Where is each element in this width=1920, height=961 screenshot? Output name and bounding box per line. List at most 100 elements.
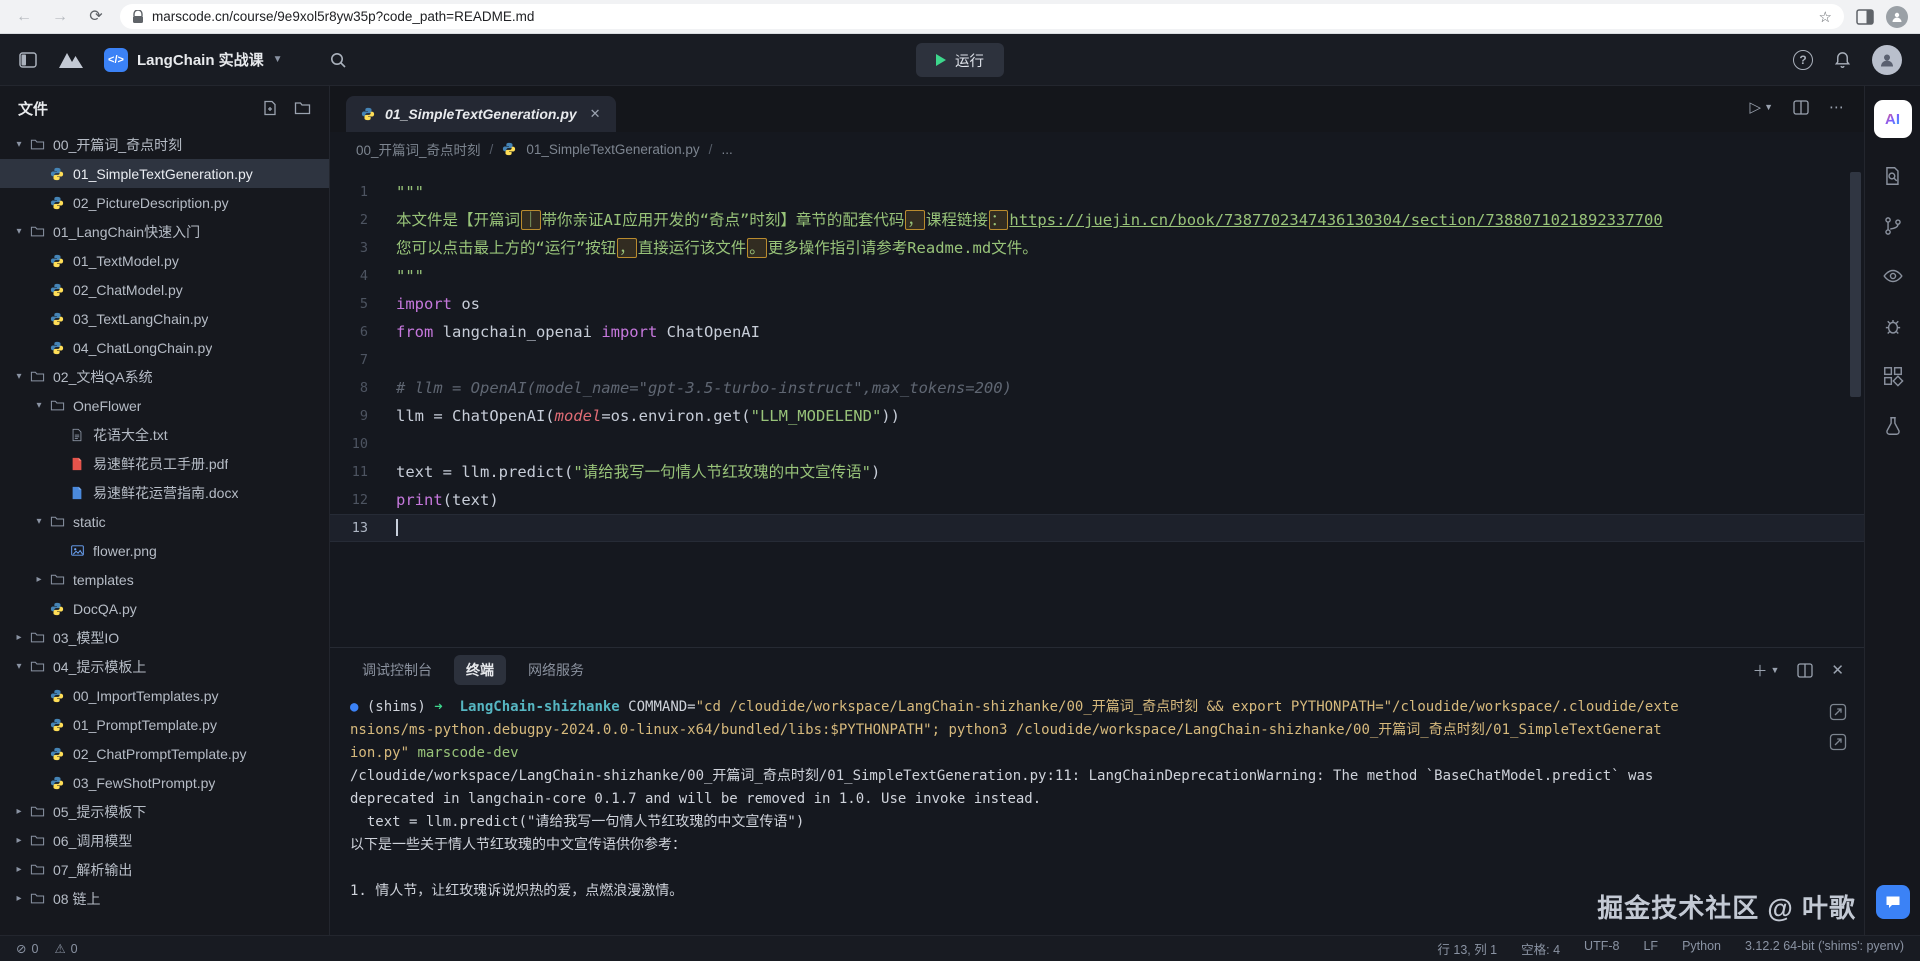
code-line[interactable]: 2本文件是【开篇词｜带你亲证AI应用开发的“奇点”时刻】章节的配套代码，课程链接… — [330, 206, 1864, 234]
run-button[interactable]: 运行 — [916, 43, 1004, 77]
tree-file[interactable]: 花语大全.txt — [0, 420, 329, 449]
tree-item-label: 易速鲜花运营指南.docx — [93, 483, 238, 503]
code-line[interactable]: 6from langchain_openai import ChatOpenAI — [330, 318, 1864, 346]
preview-eye-icon[interactable] — [1881, 264, 1905, 288]
breadcrumb-folder[interactable]: 00_开篇词_奇点时刻 — [356, 139, 481, 159]
tree-file[interactable]: 02_ChatModel.py — [0, 275, 329, 304]
tree-file[interactable]: 01_SimpleTextGeneration.py — [0, 159, 329, 188]
close-panel-icon[interactable]: ✕ — [1831, 661, 1844, 679]
course-switcher[interactable]: </> LangChain 实战课 ▼ — [104, 48, 283, 72]
user-avatar[interactable] — [1872, 45, 1902, 75]
eol-sequence[interactable]: LF — [1643, 939, 1658, 958]
file-tree: ▾00_开篇词_奇点时刻01_SimpleTextGeneration.py02… — [0, 130, 329, 935]
breadcrumb-more[interactable]: ... — [721, 142, 732, 157]
tree-file[interactable]: 02_PictureDescription.py — [0, 188, 329, 217]
new-folder-icon[interactable] — [294, 100, 311, 116]
run-file-button[interactable]: ▷▼ — [1750, 98, 1773, 116]
code-line[interactable]: 8# llm = OpenAI(model_name="gpt-3.5-turb… — [330, 374, 1864, 402]
tree-folder[interactable]: ▸03_模型IO — [0, 623, 329, 652]
code-line[interactable]: 4""" — [330, 262, 1864, 290]
code-line[interactable]: 3您可以点击最上方的“运行”按钮，直接运行该文件。更多操作指引请参考Readme… — [330, 234, 1864, 262]
new-terminal-button[interactable]: ＋▼ — [1752, 660, 1779, 681]
line-number: 9 — [330, 402, 396, 430]
open-terminal-editor-icon[interactable] — [1828, 702, 1848, 722]
tab-network-service[interactable]: 网络服务 — [516, 655, 596, 685]
help-icon[interactable]: ? — [1793, 50, 1813, 70]
code-line[interactable]: 1""" — [330, 178, 1864, 206]
tree-item-label: 02_ChatModel.py — [73, 282, 183, 298]
tree-folder[interactable]: ▾02_文档QA系统 — [0, 362, 329, 391]
ai-assistant-button[interactable]: AI — [1874, 100, 1912, 138]
tab-debug-console[interactable]: 调试控制台 — [350, 655, 444, 685]
split-editor-icon[interactable] — [1793, 100, 1809, 115]
tree-file[interactable]: flower.png — [0, 536, 329, 565]
tree-folder[interactable]: ▾01_LangChain快速入门 — [0, 217, 329, 246]
code-line[interactable]: 9llm = ChatOpenAI(model=os.environ.get("… — [330, 402, 1864, 430]
code-line[interactable]: 13 — [330, 514, 1864, 542]
tree-folder[interactable]: ▾static — [0, 507, 329, 536]
tree-file[interactable]: 易速鲜花员工手册.pdf — [0, 449, 329, 478]
cursor-position[interactable]: 行 13, 列 1 — [1437, 939, 1497, 958]
marscode-logo[interactable] — [58, 50, 84, 70]
problems-errors[interactable]: ⊘ 0 — [16, 941, 38, 956]
search-icon[interactable] — [329, 51, 347, 69]
browser-back-icon[interactable]: ← — [12, 0, 36, 34]
code-line[interactable]: 10 — [330, 430, 1864, 458]
tree-folder[interactable]: ▸05_提示模板下 — [0, 797, 329, 826]
tree-file[interactable]: 03_FewShotPrompt.py — [0, 768, 329, 797]
encoding[interactable]: UTF-8 — [1584, 939, 1619, 958]
editor-scrollbar[interactable] — [1850, 172, 1861, 397]
code-line[interactable]: 12print(text) — [330, 486, 1864, 514]
feedback-chat-button[interactable] — [1876, 885, 1910, 919]
source-control-icon[interactable] — [1881, 214, 1905, 238]
editor-tab[interactable]: 01_SimpleTextGeneration.py ✕ — [346, 96, 616, 132]
warning-icon: ⚠ — [54, 941, 65, 956]
split-panel-icon[interactable] — [1797, 663, 1813, 678]
extensions-icon[interactable] — [1881, 364, 1905, 388]
notifications-bell-icon[interactable] — [1833, 50, 1852, 70]
debug-icon[interactable] — [1881, 314, 1905, 338]
browser-profile-icon[interactable] — [1886, 6, 1908, 28]
code-line[interactable]: 5import os — [330, 290, 1864, 318]
file-search-icon[interactable] — [1881, 164, 1905, 188]
browser-panel-icon[interactable] — [1856, 9, 1874, 25]
code-line[interactable]: 11text = llm.predict("请给我写一句情人节红玫瑰的中文宣传语… — [330, 458, 1864, 486]
tree-folder[interactable]: ▸templates — [0, 565, 329, 594]
tree-file[interactable]: 01_PromptTemplate.py — [0, 710, 329, 739]
tree-folder[interactable]: ▾04_提示模板上 — [0, 652, 329, 681]
tree-folder[interactable]: ▾OneFlower — [0, 391, 329, 420]
tree-folder[interactable]: ▸07_解析输出 — [0, 855, 329, 884]
language-mode[interactable]: Python — [1682, 939, 1721, 958]
tree-folder[interactable]: ▸08 链上 — [0, 884, 329, 913]
tree-folder[interactable]: ▾00_开篇词_奇点时刻 — [0, 130, 329, 159]
indentation[interactable]: 空格: 4 — [1521, 939, 1560, 958]
problems-warnings[interactable]: ⚠ 0 — [54, 941, 77, 956]
python-interpreter[interactable]: 3.12.2 64-bit ('shims': pyenv) — [1745, 939, 1904, 958]
tree-file[interactable]: 01_TextModel.py — [0, 246, 329, 275]
tree-file[interactable]: 易速鲜花运营指南.docx — [0, 478, 329, 507]
tab-close-icon[interactable]: ✕ — [590, 106, 601, 122]
tree-file[interactable]: 02_ChatPromptTemplate.py — [0, 739, 329, 768]
browser-refresh-icon[interactable]: ⟳ — [84, 0, 108, 34]
terminal-line: nsions/ms-python.debugpy-2024.0.0-linux-… — [350, 719, 1864, 742]
tree-file[interactable]: 00_ImportTemplates.py — [0, 681, 329, 710]
tree-file[interactable]: 04_ChatLongChain.py — [0, 333, 329, 362]
chevron-down-icon: ▾ — [10, 661, 28, 672]
breadcrumb-file[interactable]: 01_SimpleTextGeneration.py — [526, 142, 699, 157]
txt-icon — [68, 427, 86, 443]
bookmark-star-icon[interactable]: ☆ — [1819, 8, 1832, 26]
tree-folder[interactable]: ▸06_调用模型 — [0, 826, 329, 855]
new-file-icon[interactable] — [262, 100, 278, 116]
browser-forward-icon[interactable]: → — [48, 0, 72, 34]
sidebar-toggle-icon[interactable] — [18, 50, 38, 70]
code-editor[interactable]: 1"""2本文件是【开篇词｜带你亲证AI应用开发的“奇点”时刻】章节的配套代码，… — [330, 166, 1864, 647]
open-terminal-editor-icon[interactable] — [1828, 732, 1848, 752]
test-flask-icon[interactable] — [1881, 414, 1905, 438]
code-line[interactable]: 7 — [330, 346, 1864, 374]
tree-file[interactable]: DocQA.py — [0, 594, 329, 623]
tab-terminal[interactable]: 终端 — [454, 655, 506, 685]
more-actions-icon[interactable]: ⋯ — [1829, 98, 1844, 116]
address-bar[interactable]: marscode.cn/course/9e9xol5r8yw35p?code_p… — [120, 4, 1844, 29]
terminal-line: ● (shims) ➜ LangChain-shizhanke COMMAND=… — [350, 696, 1864, 719]
tree-file[interactable]: 03_TextLangChain.py — [0, 304, 329, 333]
